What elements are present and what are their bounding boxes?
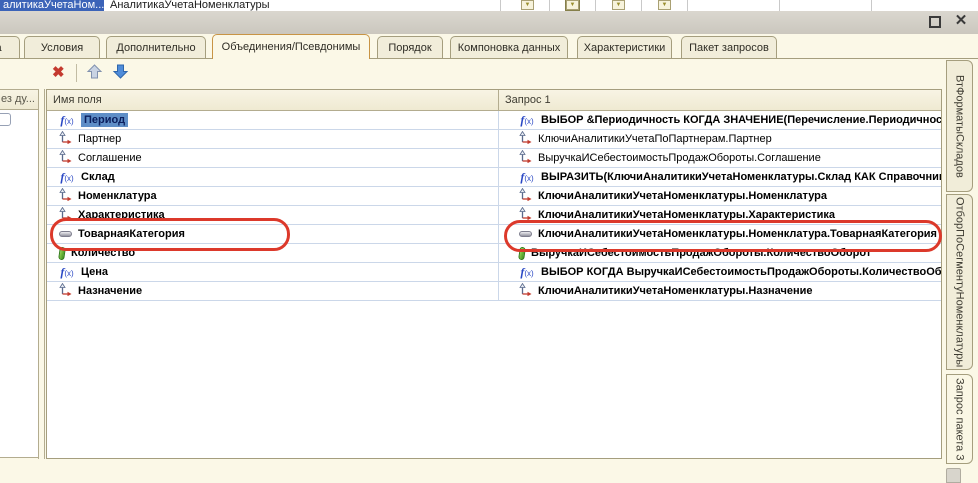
arrow-up-icon — [86, 63, 103, 80]
left-panel-cell[interactable] — [0, 113, 11, 126]
left-panel-header: ез ду... — [0, 89, 38, 110]
tab-additional[interactable]: Дополнительно — [106, 36, 206, 58]
title-bar — [0, 11, 978, 34]
field-name-cell: Партнер — [47, 130, 499, 148]
table-row[interactable]: f(x) Цена f(x) ВЫБОР КОГДА ВыручкаИСебестои… — [47, 263, 941, 282]
toolbar-separator — [76, 64, 77, 82]
background-window-strip: алитикаУчетаНом... АналитикаУчетаНоменкл… — [0, 0, 978, 11]
field-name: Период — [81, 113, 128, 127]
column-header-field-name: Имя поля — [47, 90, 499, 110]
field-icon — [59, 131, 72, 147]
field-name: Цена — [81, 266, 108, 278]
query-expression: ВыручкаИСебестоимостьПродажОбороты.Согла… — [538, 152, 821, 164]
table-header: Имя поля Запрос 1 — [47, 90, 941, 111]
column-divider — [871, 0, 872, 11]
column-divider — [549, 0, 550, 11]
field-name-cell: Номенклатура — [47, 187, 499, 205]
column-divider — [641, 0, 642, 11]
query-expression: ВЫБОР &Периодичность КОГДА ЗНАЧЕНИЕ(Пере… — [541, 114, 941, 126]
query-expression-cell: КлючиАналитикиУчетаНоменклатуры.Номенкла… — [499, 187, 941, 205]
table-row[interactable]: f(x) Период f(x) ВЫБОР &Периодичность КОГДА… — [47, 111, 941, 130]
table-row[interactable]: f(x) Склад f(x) ВЫРАЗИТЬ(КлючиАналитикиУчет… — [47, 168, 941, 187]
background-selected-cell[interactable]: алитикаУчетаНом... — [0, 0, 104, 11]
field-name-cell: Назначение — [47, 282, 499, 300]
field-table-body: f(x) Период f(x) ВЫБОР &Периодичность КОГДА… — [47, 111, 941, 301]
function-icon: f(x) — [59, 170, 75, 185]
column-divider — [687, 0, 688, 11]
tab-partial[interactable]: ка — [0, 36, 20, 58]
arrow-down-icon — [112, 63, 129, 80]
query-expression-cell: КлючиАналитикиУчетаПоПартнерам.Партнер — [499, 130, 941, 148]
side-tab-2[interactable]: ОтборПоСегментуНоменклатуры — [946, 194, 973, 370]
field-name-cell: f(x) Цена — [47, 263, 499, 281]
tab-strip-baseline — [0, 58, 978, 59]
query-expression-cell: f(x) ВЫБОР КОГДА ВыручкаИСебестоимостьПро… — [499, 263, 941, 281]
close-icon[interactable]: ✕ — [952, 12, 970, 30]
field-name-cell: Соглашение — [47, 149, 499, 167]
field-icon — [519, 188, 532, 204]
function-icon: f(x) — [519, 113, 535, 128]
annotation-oval-query — [504, 220, 942, 252]
query-expression: КлючиАналитикиУчетаНоменклатуры.Назначен… — [538, 285, 813, 297]
query-expression: ВЫРАЗИТЬ(КлючиАналитикиУчетаНоменклатуры… — [541, 171, 941, 183]
tab-unions-aliases[interactable]: Объединения/Псевдонимы — [212, 34, 370, 59]
tab-order[interactable]: Порядок — [377, 36, 443, 58]
field-icon — [59, 150, 72, 166]
query-expression-cell: f(x) ВЫРАЗИТЬ(КлючиАналитикиУчетаНоменкла… — [499, 168, 941, 186]
column-divider — [595, 0, 596, 11]
field-icon — [519, 150, 532, 166]
field-name-cell: f(x) Склад — [47, 168, 499, 186]
move-up-button[interactable] — [84, 62, 104, 82]
field-name: Соглашение — [78, 152, 142, 164]
dropdown-button[interactable]: ▼ — [566, 0, 579, 10]
tab-characteristics[interactable]: Характеристики — [577, 36, 672, 58]
maximize-icon[interactable] — [929, 16, 941, 28]
tab-query-batch[interactable]: Пакет запросов — [681, 36, 777, 58]
side-tab-1[interactable]: ВтФорматыСкладов — [946, 60, 973, 192]
field-icon — [519, 283, 532, 299]
function-icon: f(x) — [59, 265, 75, 280]
query-expression: КлючиАналитикиУчетаНоменклатуры.Номенкла… — [538, 190, 827, 202]
function-icon: f(x) — [519, 170, 535, 185]
function-icon: f(x) — [519, 265, 535, 280]
field-icon — [59, 188, 72, 204]
function-icon: f(x) — [59, 113, 75, 128]
field-name: Склад — [81, 171, 115, 183]
table-row[interactable]: Соглашение ВыручкаИСебестоимостьПродажОбо… — [47, 149, 941, 168]
column-divider — [779, 0, 780, 11]
field-name: Назначение — [78, 285, 142, 297]
query-expression: КлючиАналитикиУчетаПоПартнерам.Партнер — [538, 133, 772, 145]
query-expression-cell: КлючиАналитикиУчетаНоменклатуры.Назначен… — [499, 282, 941, 300]
delete-button[interactable]: ✖ — [52, 64, 65, 82]
background-cell[interactable]: АналитикаУчетаНоменклатуры — [110, 0, 270, 11]
table-row[interactable]: Назначение КлючиАналитикиУчетаНоменклатур… — [47, 282, 941, 301]
field-name: Партнер — [78, 133, 121, 145]
query-expression-cell: f(x) ВЫБОР &Периодичность КОГДА ЗНАЧЕНИЕ(… — [499, 111, 941, 129]
query-expression-cell: ВыручкаИСебестоимостьПродажОбороты.Согла… — [499, 149, 941, 167]
side-panel-fragment — [946, 468, 961, 483]
tab-conditions[interactable]: Условия — [24, 36, 100, 58]
dropdown-button[interactable]: ▼ — [521, 0, 534, 10]
dropdown-button[interactable]: ▼ — [658, 0, 671, 10]
tab-data-composition[interactable]: Компоновка данных — [450, 36, 568, 58]
field-icon — [59, 283, 72, 299]
field-name: Номенклатура — [78, 190, 157, 202]
field-icon — [519, 131, 532, 147]
column-divider — [500, 0, 501, 11]
left-panel-body — [0, 110, 38, 458]
query-expression: ВЫБОР КОГДА ВыручкаИСебестоимостьПродажО… — [541, 266, 941, 278]
dropdown-button[interactable]: ▼ — [612, 0, 625, 10]
move-down-button[interactable] — [110, 62, 130, 82]
table-row[interactable]: Номенклатура КлючиАналитикиУчетаНоменклат… — [47, 187, 941, 206]
field-name-cell: f(x) Период — [47, 111, 499, 129]
panel-separator — [44, 89, 45, 459]
table-row[interactable]: Партнер КлючиАналитикиУчетаПоПартнерам.Па… — [47, 130, 941, 149]
fields-table: Имя поля Запрос 1 f(x) Период f(x) ВЫБОР &П… — [46, 89, 942, 459]
annotation-oval-field-name — [50, 218, 290, 251]
side-tab-3[interactable]: Запрос пакета 3 — [946, 374, 973, 464]
panel-separator — [38, 89, 39, 459]
column-header-query1: Запрос 1 — [499, 90, 941, 110]
